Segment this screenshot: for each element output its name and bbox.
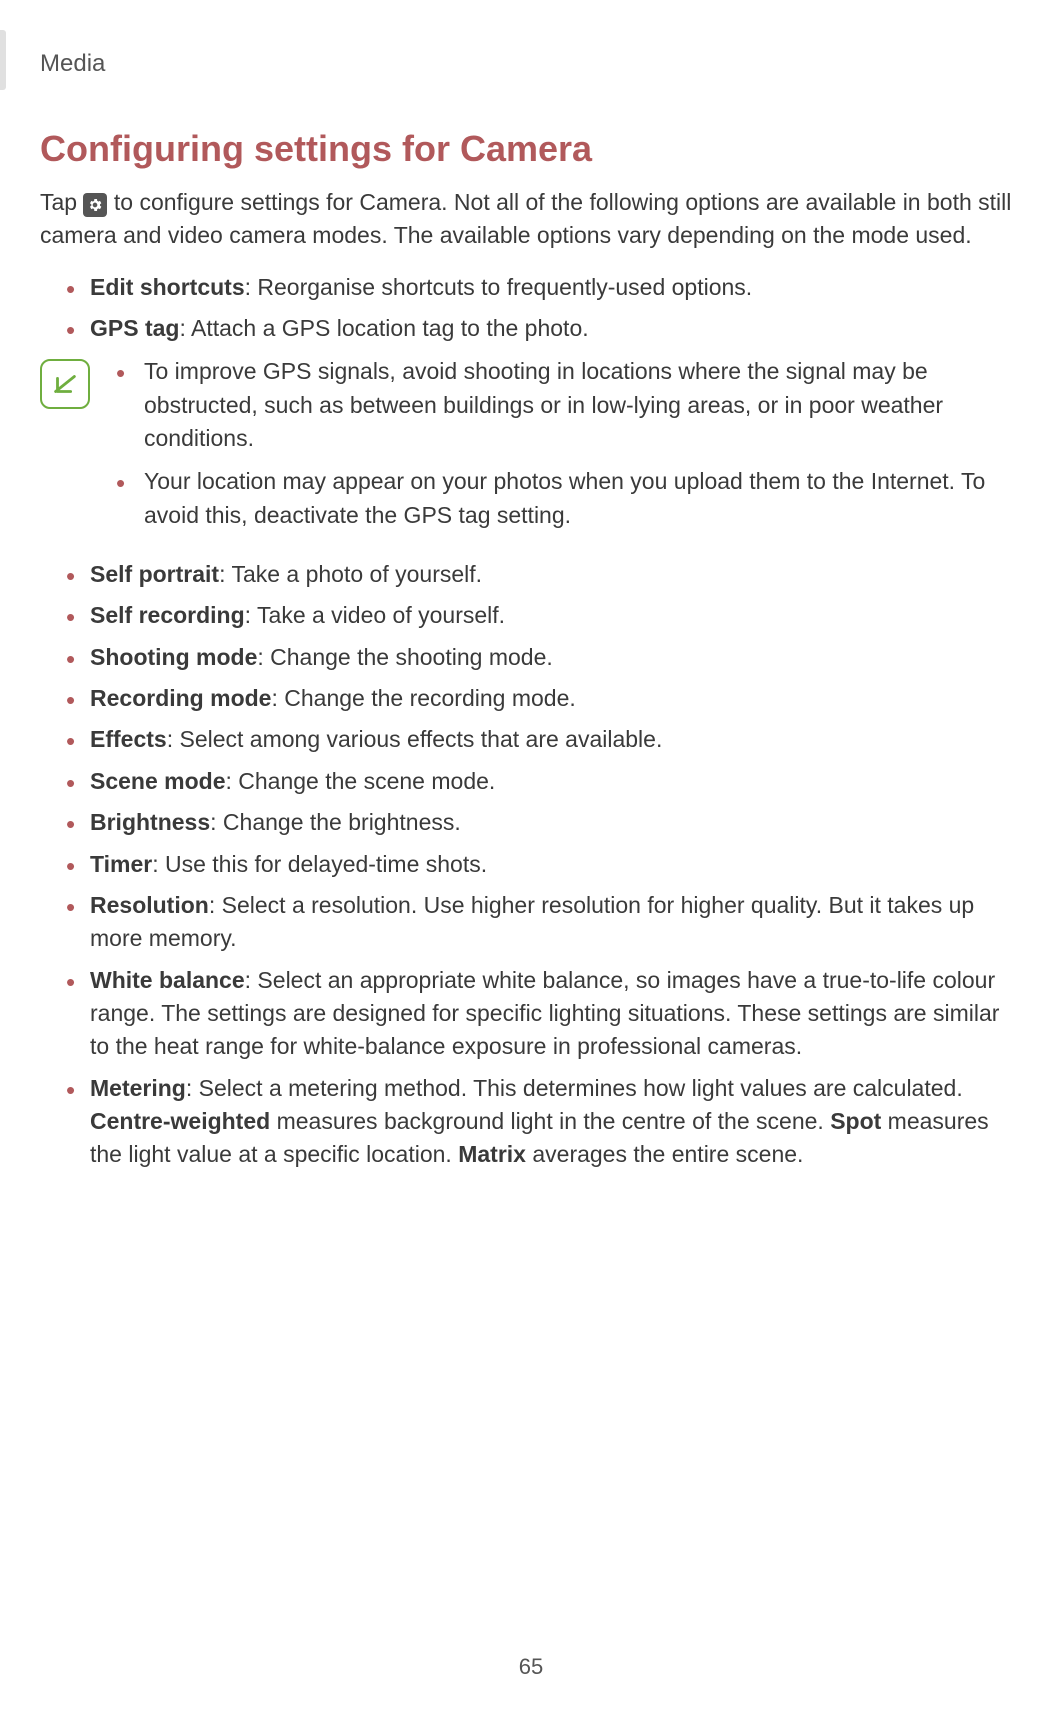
setting-item: Timer: Use this for delayed-time shots. xyxy=(66,848,1022,881)
setting-item: Effects: Select among various effects th… xyxy=(66,723,1022,756)
setting-desc: : Take a photo of yourself. xyxy=(219,561,482,587)
setting-desc: : Change the recording mode. xyxy=(271,685,575,711)
metering-lead: : Select a metering method. This determi… xyxy=(186,1075,963,1101)
setting-term: Resolution xyxy=(90,892,209,918)
intro-pre: Tap xyxy=(40,189,83,215)
note-list: To improve GPS signals, avoid shooting i… xyxy=(96,355,1022,542)
setting-item: Scene mode: Change the scene mode. xyxy=(66,765,1022,798)
intro-post: to configure settings for Camera. Not al… xyxy=(40,189,1011,248)
metering-t3: averages the entire scene. xyxy=(526,1141,803,1167)
note-block: To improve GPS signals, avoid shooting i… xyxy=(40,355,1022,542)
setting-term: Self portrait xyxy=(90,561,219,587)
setting-item: Recording mode: Change the recording mod… xyxy=(66,682,1022,715)
setting-desc: : Take a video of yourself. xyxy=(245,602,505,628)
section-header: Media xyxy=(40,50,1022,78)
setting-term: Edit shortcuts xyxy=(90,274,245,300)
setting-desc: : Select among various effects that are … xyxy=(167,726,663,752)
note-icon xyxy=(40,359,90,409)
setting-term: Recording mode xyxy=(90,685,271,711)
setting-item: Self portrait: Take a photo of yourself. xyxy=(66,558,1022,591)
setting-item: Edit shortcuts: Reorganise shortcuts to … xyxy=(66,271,1022,304)
setting-item: Self recording: Take a video of yourself… xyxy=(66,599,1022,632)
setting-item: GPS tag: Attach a GPS location tag to th… xyxy=(66,312,1022,345)
setting-desc: : Change the scene mode. xyxy=(226,768,496,794)
setting-desc: : Change the brightness. xyxy=(210,809,461,835)
setting-term: Shooting mode xyxy=(90,644,257,670)
settings-list-1: Edit shortcuts: Reorganise shortcuts to … xyxy=(40,271,1022,346)
metering-b3: Matrix xyxy=(458,1141,526,1167)
gear-icon xyxy=(83,193,107,217)
note-item: To improve GPS signals, avoid shooting i… xyxy=(116,355,1022,455)
setting-item-metering: Metering: Select a metering method. This… xyxy=(66,1072,1022,1172)
setting-term: White balance xyxy=(90,967,245,993)
setting-item: Resolution: Select a resolution. Use hig… xyxy=(66,889,1022,956)
setting-desc: : Attach a GPS location tag to the photo… xyxy=(179,315,588,341)
setting-term: Timer xyxy=(90,851,152,877)
metering-b2: Spot xyxy=(830,1108,881,1134)
setting-term: GPS tag xyxy=(90,315,179,341)
metering-t1: measures background light in the centre … xyxy=(270,1108,830,1134)
setting-desc: : Select a resolution. Use higher resolu… xyxy=(90,892,974,951)
setting-term: Scene mode xyxy=(90,768,226,794)
setting-desc: : Use this for delayed-time shots. xyxy=(152,851,487,877)
setting-desc: : Change the shooting mode. xyxy=(257,644,552,670)
setting-term: Brightness xyxy=(90,809,210,835)
setting-term: Self recording xyxy=(90,602,245,628)
intro-paragraph: Tap to configure settings for Camera. No… xyxy=(40,186,1022,253)
settings-list-2: Self portrait: Take a photo of yourself.… xyxy=(40,558,1022,1172)
page-number: 65 xyxy=(0,1654,1062,1680)
page-title: Configuring settings for Camera xyxy=(40,128,1022,170)
setting-term: Metering xyxy=(90,1075,186,1101)
setting-desc: : Reorganise shortcuts to frequently-use… xyxy=(245,274,753,300)
note-item: Your location may appear on your photos … xyxy=(116,465,1022,532)
metering-b1: Centre-weighted xyxy=(90,1108,270,1134)
setting-item: Brightness: Change the brightness. xyxy=(66,806,1022,839)
setting-item: White balance: Select an appropriate whi… xyxy=(66,964,1022,1064)
setting-term: Effects xyxy=(90,726,167,752)
setting-item: Shooting mode: Change the shooting mode. xyxy=(66,641,1022,674)
page-tab-mark xyxy=(0,30,6,90)
